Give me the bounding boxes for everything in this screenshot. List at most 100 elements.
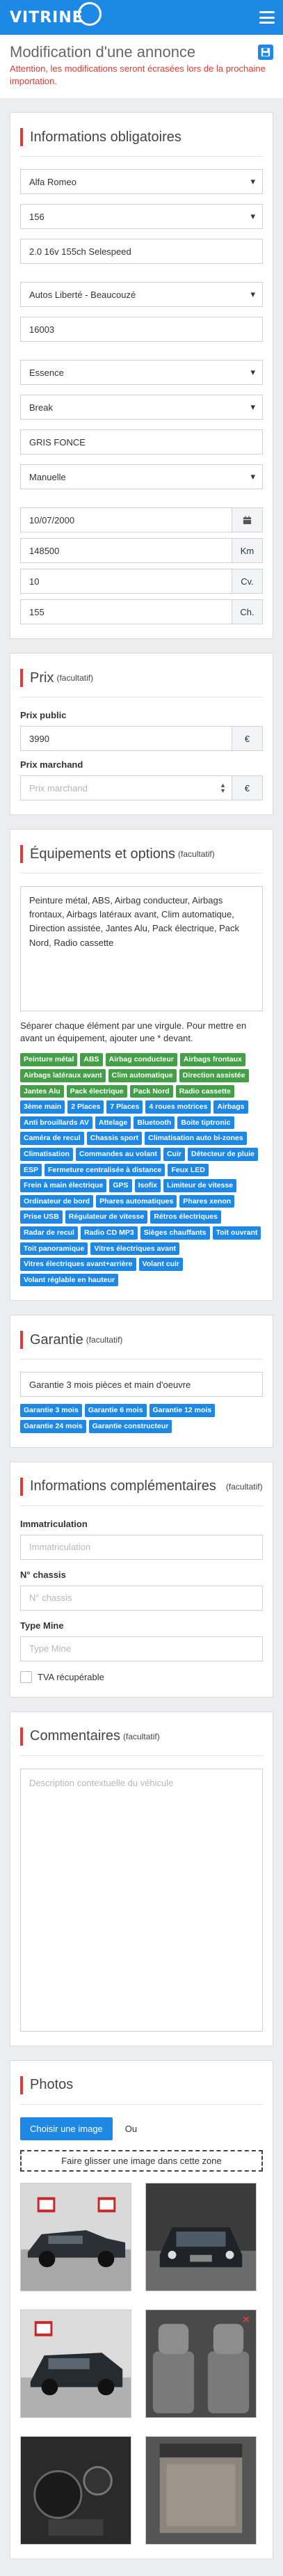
equipment-tag[interactable]: Phares automatiques [96, 1194, 177, 1208]
equipment-tag[interactable]: 4 roues motrices [145, 1100, 211, 1114]
equipment-tag[interactable]: Airbag conducteur [105, 1053, 177, 1067]
site-logo[interactable]: VITRINE [10, 2, 102, 26]
equipment-textarea[interactable]: Peinture métal, ABS, Airbag conducteur, … [20, 886, 263, 1012]
fiscal-power-input[interactable]: 10 [20, 569, 232, 594]
equipment-tag[interactable]: Radar de recul [20, 1226, 78, 1240]
chassis-input[interactable]: N° chassis [20, 1585, 263, 1611]
equipment-tag[interactable]: Commandes au volant [75, 1148, 161, 1161]
equipment-tag[interactable]: Cuir [163, 1148, 185, 1161]
equipment-tag[interactable]: Ordinateur de bord [20, 1194, 94, 1208]
equipment-tag[interactable]: Rétros électriques [150, 1210, 221, 1224]
energy-select[interactable]: Essence [20, 360, 263, 386]
version-input[interactable]: 2.0 16v 155ch Selespeed [20, 239, 263, 264]
color-input[interactable]: GRIS FONCE [20, 429, 263, 455]
equipment-tag[interactable]: Frein à main électrique [20, 1179, 107, 1192]
calendar-icon[interactable] [232, 507, 263, 533]
equipment-tag[interactable]: Pack Nord [129, 1084, 173, 1098]
type-mine-input[interactable]: Type Mine [20, 1636, 263, 1661]
equipment-tag[interactable]: Airbags latéraux avant [20, 1069, 106, 1082]
equipment-tag[interactable]: Toit ouvrant [212, 1226, 261, 1240]
equipment-tag[interactable]: 3ème main [20, 1100, 65, 1114]
equipment-tag[interactable]: Direction assistée [179, 1069, 249, 1082]
dealer-price-input[interactable]: Prix marchand ▲ ▼ [20, 775, 232, 801]
public-price-label: Prix public [20, 710, 67, 721]
equipment-tag[interactable]: Anti brouillards AV [20, 1116, 92, 1130]
gearbox-select[interactable]: Manuelle [20, 464, 263, 490]
warranty-input[interactable]: Garantie 3 mois pièces et main d'oeuvre [20, 1372, 263, 1398]
horsepower-unit: Ch. [232, 599, 263, 625]
save-button[interactable] [258, 45, 273, 60]
photo-trunk[interactable] [145, 2435, 257, 2545]
type-mine-label: Type Mine [20, 1620, 64, 1631]
equipment-tag[interactable]: Airbags frontaux [179, 1053, 245, 1067]
choose-image-button[interactable]: Choisir une image [20, 2117, 113, 2140]
equipment-tag[interactable]: GPS [109, 1179, 132, 1192]
brand-select[interactable]: Alfa Romeo [20, 169, 263, 195]
delete-photo-icon[interactable]: ✕ [241, 2314, 252, 2325]
photo-interior-seats[interactable]: ✕ [145, 2309, 257, 2418]
dealer-price-label: Prix marchand [20, 759, 83, 771]
equipment-tag[interactable]: Caméra de recul [20, 1132, 84, 1146]
mileage-unit: Km [232, 538, 263, 564]
photo-exterior-front-side[interactable] [20, 2182, 131, 2291]
equipment-tag[interactable]: Boite tiptronic [177, 1116, 234, 1130]
equipment-tag[interactable]: Chassis sport [86, 1132, 143, 1146]
registration-date-input[interactable]: 10/07/2000 [20, 507, 232, 533]
image-dropzone[interactable]: Faire glisser une image dans cette zone [20, 2149, 263, 2172]
equipment-tag[interactable]: Régulateur de vitesse [65, 1210, 148, 1224]
equipment-tag[interactable]: Vitres électriques avant [90, 1242, 180, 1256]
equipment-tag[interactable]: Pack électrique [66, 1084, 127, 1098]
equipment-tag[interactable]: Clim automatique [108, 1069, 177, 1082]
equipment-tag[interactable]: Attelage [95, 1116, 131, 1130]
warranty-tag[interactable]: Garantie 24 mois [20, 1419, 86, 1433]
checkbox-box[interactable] [20, 1670, 32, 1683]
equipment-tag[interactable]: Détecteur de pluie [187, 1148, 258, 1161]
equipment-tag[interactable]: Radio cassette [175, 1084, 234, 1098]
body-type-select[interactable]: Break [20, 395, 263, 420]
mileage-input[interactable]: 148500 [20, 538, 232, 564]
photo-exterior-front[interactable] [145, 2182, 257, 2291]
warranty-tag[interactable]: Garantie 3 mois [20, 1404, 82, 1417]
photo-dashboard[interactable] [20, 2435, 131, 2545]
equipment-tag[interactable]: Isofix [134, 1179, 161, 1192]
equipment-tag[interactable]: 2 Places [67, 1100, 104, 1114]
equipment-tag[interactable]: Radio CD MP3 [80, 1226, 138, 1240]
seller-select[interactable]: Autos Liberté - Beaucouzé [20, 282, 263, 308]
section-title: Commentaires (facultatif) [20, 1727, 263, 1746]
warranty-tag[interactable]: Garantie 12 mois [149, 1404, 216, 1417]
equipment-tag[interactable]: Volant réglable en hauteur [20, 1273, 119, 1287]
postal-code-input[interactable]: 16003 [20, 317, 263, 342]
registration-input[interactable]: Immatriculation [20, 1534, 263, 1560]
equipment-tag[interactable]: Vitres électriques avant+arrière [20, 1258, 136, 1271]
public-price-input[interactable]: 3990 [20, 726, 232, 752]
equipment-tag[interactable]: ESP [20, 1163, 42, 1177]
horsepower-input[interactable]: 155 [20, 599, 232, 625]
equipment-tag[interactable]: Jantes Alu [20, 1084, 64, 1098]
equipment-tag[interactable]: Phares xenon [179, 1194, 235, 1208]
comments-textarea[interactable]: Description contextuelle du véhicule [20, 1768, 263, 2032]
equipment-tag[interactable]: Toit panoramique [20, 1242, 88, 1256]
equipment-tag[interactable]: 7 Places [106, 1100, 143, 1114]
equipment-tag[interactable]: Climatisation [20, 1148, 73, 1161]
menu-hamburger-icon[interactable] [259, 11, 275, 24]
warranty-tag[interactable]: Garantie 6 mois [84, 1404, 147, 1417]
equipment-tag[interactable]: Sièges chauffants [140, 1226, 210, 1240]
section-warranty: Garantie (facultatif) Garantie 3 mois piè… [10, 1315, 273, 1448]
equipment-tag[interactable]: ABS [80, 1053, 103, 1067]
equipment-tag[interactable]: Feux LED [168, 1163, 209, 1177]
photo-exterior-rear[interactable] [20, 2309, 131, 2418]
equipment-tag[interactable]: Airbags [213, 1100, 248, 1114]
equipment-tag[interactable]: Climatisation auto bi-zones [145, 1132, 247, 1146]
equipment-tag[interactable]: Limiteur de vitesse [163, 1179, 237, 1192]
equipment-tag[interactable]: Bluetooth [134, 1116, 175, 1130]
equipment-tag[interactable]: Prise USB [20, 1210, 63, 1224]
number-spinner-icon[interactable]: ▲ ▼ [220, 782, 226, 794]
page-header: Modification d'une annonce Attention, le… [0, 35, 283, 99]
model-select[interactable]: 156 [20, 204, 263, 230]
warranty-tag[interactable]: Garantie constructeur [88, 1419, 172, 1433]
equipment-tag[interactable]: Peinture métal [20, 1053, 78, 1067]
equipment-tag[interactable]: Volant cuir [138, 1258, 184, 1271]
equipment-tag[interactable]: Fermeture centralisée à distance [45, 1163, 165, 1177]
section-title: Garantie (facultatif) [20, 1331, 263, 1350]
vat-checkbox[interactable]: TVA récupérable [20, 1670, 263, 1683]
